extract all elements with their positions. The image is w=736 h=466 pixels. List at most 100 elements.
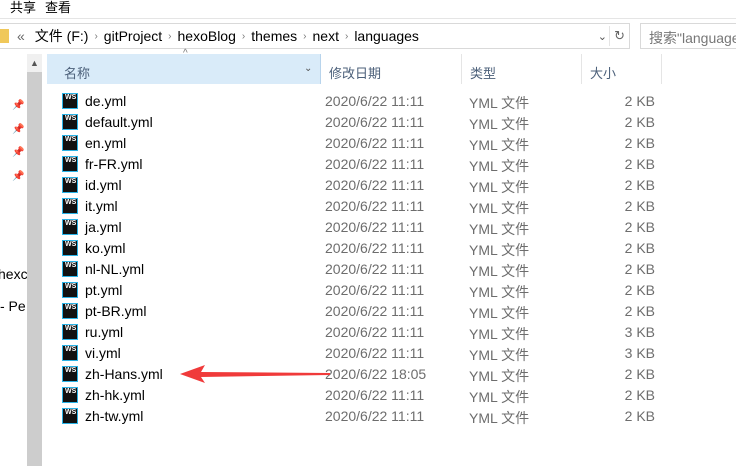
file-type: YML 文件 [469,221,530,237]
column-header-date[interactable]: 修改日期 [321,54,462,84]
webstorm-file-icon: WS [62,93,78,109]
file-size: 2 KB [624,366,655,382]
file-date: 2020/6/22 11:11 [325,93,425,109]
file-row[interactable]: WS it.yml 2020/6/22 11:11 YML 文件 2 KB [62,196,662,217]
breadcrumb-languages[interactable]: languages [354,28,419,44]
address-bar[interactable]: « 文件 (F:) › gitProject › hexoBlog › themes ›… [0,23,630,49]
file-date: 2020/6/22 11:11 [325,324,425,340]
file-row[interactable]: WS zh-hk.yml 2020/6/22 11:11 YML 文件 2 KB [62,385,662,406]
file-row[interactable]: WS de.yml 2020/6/22 11:11 YML 文件 2 KB [62,91,662,112]
file-row[interactable]: WS nl-NL.yml 2020/6/22 11:11 YML 文件 2 KB [62,259,662,280]
breadcrumb-hexoblog[interactable]: hexoBlog [178,28,236,44]
file-date: 2020/6/22 11:11 [325,177,425,193]
file-name[interactable]: ru.yml [85,324,123,340]
file-date: 2020/6/22 11:11 [325,261,425,277]
file-row[interactable]: WS pt.yml 2020/6/22 11:11 YML 文件 2 KB [62,280,662,301]
search-input[interactable]: 搜索"languages" [640,23,736,49]
chevron-down-icon[interactable]: ⌄ [598,30,607,43]
file-row[interactable]: WS ja.yml 2020/6/22 11:11 YML 文件 2 KB [62,217,662,238]
file-row[interactable]: WS en.yml 2020/6/22 11:11 YML 文件 2 KB [62,133,662,154]
file-size: 2 KB [624,114,655,130]
file-name[interactable]: pt-BR.yml [85,303,146,319]
file-name[interactable]: zh-tw.yml [85,408,143,424]
breadcrumb-next[interactable]: next [313,28,339,44]
file-date: 2020/6/22 11:11 [325,156,425,172]
webstorm-file-icon: WS [62,219,78,235]
file-date: 2020/6/22 18:05 [325,366,427,382]
file-date: 2020/6/22 11:11 [325,387,425,403]
file-type: YML 文件 [469,137,530,153]
file-size: 3 KB [624,324,655,340]
scroll-up-icon[interactable]: ▲ [27,54,42,72]
chevron-right-icon[interactable]: › [168,31,171,42]
file-name[interactable]: id.yml [85,177,122,193]
file-name[interactable]: default.yml [85,114,153,130]
ribbon-tab-share[interactable]: 共享 [10,0,36,16]
webstorm-file-icon: WS [62,198,78,214]
file-name[interactable]: ko.yml [85,240,125,256]
column-dropdown-icon[interactable]: ⌄ [304,63,312,74]
file-row[interactable]: WS default.yml 2020/6/22 11:11 YML 文件 2 … [62,112,662,133]
file-size: 2 KB [624,135,655,151]
chevron-right-icon[interactable]: › [303,31,306,42]
file-type: YML 文件 [469,95,530,111]
ribbon-divider [0,18,736,19]
refresh-icon[interactable]: ↻ [614,28,625,44]
nav-item[interactable]: hexc [0,266,28,282]
file-row[interactable]: WS id.yml 2020/6/22 11:11 YML 文件 2 KB [62,175,662,196]
file-size: 2 KB [624,219,655,235]
file-type: YML 文件 [469,326,530,342]
file-date: 2020/6/22 11:11 [325,408,425,424]
webstorm-file-icon: WS [62,387,78,403]
breadcrumb-gitproject[interactable]: gitProject [104,28,162,44]
file-name[interactable]: zh-Hans.yml [85,366,163,382]
file-name[interactable]: fr-FR.yml [85,156,143,172]
column-header-size[interactable]: 大小 [582,54,662,84]
file-type: YML 文件 [469,410,530,426]
file-size: 2 KB [624,303,655,319]
nav-scrollbar[interactable] [27,54,42,466]
file-type: YML 文件 [469,116,530,132]
file-name[interactable]: en.yml [85,135,126,151]
breadcrumb-drive[interactable]: 文件 (F:) [35,26,89,46]
red-arrow-annotation [180,365,330,383]
ribbon-tab-view[interactable]: 查看 [45,0,71,16]
file-row[interactable]: WS ko.yml 2020/6/22 11:11 YML 文件 2 KB [62,238,662,259]
file-type: YML 文件 [469,263,530,279]
file-row[interactable]: WS zh-tw.yml 2020/6/22 11:11 YML 文件 2 KB [62,406,662,427]
folder-icon [0,29,9,43]
breadcrumb-themes[interactable]: themes [251,28,297,44]
nav-item[interactable]: - Pe [0,298,26,314]
pin-icon[interactable]: 📌 [12,124,24,135]
file-name[interactable]: zh-hk.yml [85,387,145,403]
file-type: YML 文件 [469,242,530,258]
file-row[interactable]: WS pt-BR.yml 2020/6/22 11:11 YML 文件 2 KB [62,301,662,322]
file-name[interactable]: de.yml [85,93,126,109]
column-header-type[interactable]: 类型 [462,54,582,84]
file-row[interactable]: WS fr-FR.yml 2020/6/22 11:11 YML 文件 2 KB [62,154,662,175]
file-name[interactable]: pt.yml [85,282,122,298]
pin-icon[interactable]: 📌 [12,147,24,158]
file-name[interactable]: ja.yml [85,219,122,235]
file-type: YML 文件 [469,284,530,300]
chevron-right-icon[interactable]: › [94,31,97,42]
file-name[interactable]: it.yml [85,198,118,214]
breadcrumb-overflow[interactable]: « [17,28,25,44]
file-name[interactable]: vi.yml [85,345,121,361]
file-size: 2 KB [624,156,655,172]
file-size: 2 KB [624,240,655,256]
webstorm-file-icon: WS [62,303,78,319]
chevron-right-icon[interactable]: › [345,31,348,42]
file-type: YML 文件 [469,200,530,216]
file-name[interactable]: nl-NL.yml [85,261,144,277]
pin-icon[interactable]: 📌 [12,100,24,111]
file-type: YML 文件 [469,158,530,174]
pin-icon[interactable]: 📌 [12,171,24,182]
file-row[interactable]: WS zh-Hans.yml 2020/6/22 18:05 YML 文件 2 … [62,364,662,385]
webstorm-file-icon: WS [62,324,78,340]
file-row[interactable]: WS ru.yml 2020/6/22 11:11 YML 文件 3 KB [62,322,662,343]
file-type: YML 文件 [469,347,530,363]
file-row[interactable]: WS vi.yml 2020/6/22 11:11 YML 文件 3 KB [62,343,662,364]
file-date: 2020/6/22 11:11 [325,219,425,235]
chevron-right-icon[interactable]: › [242,31,245,42]
